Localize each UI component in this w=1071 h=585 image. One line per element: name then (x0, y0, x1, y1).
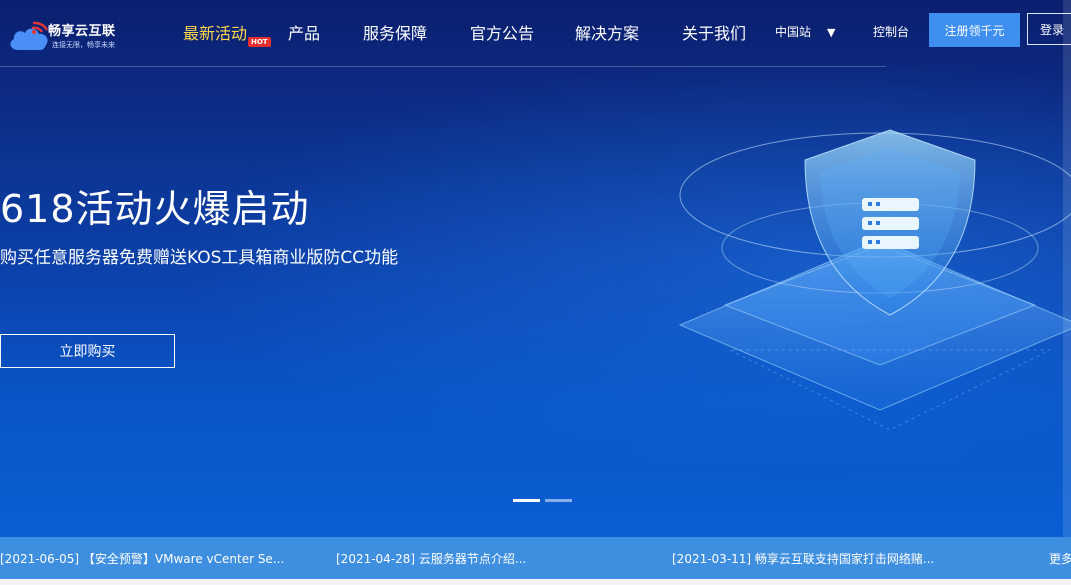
hero-subtitle: 购买任意服务器免费赠送KOS工具箱商业版防CC功能 (0, 248, 399, 268)
caret-down-icon: ▼ (827, 26, 836, 39)
hot-badge: HOT (248, 37, 271, 47)
brand-logo[interactable]: 畅享云互联 连接无限，畅享未来 (8, 10, 128, 52)
news-item[interactable]: [2021-06-05] 【安全预警】VMware vCenter Se... (0, 550, 284, 567)
carousel-dot-1[interactable] (513, 499, 540, 502)
nav-item-latest-activity[interactable]: 最新活动 (183, 20, 247, 44)
brand-name: 畅享云互联 (48, 24, 116, 39)
brand-slogan: 连接无限，畅享未来 (52, 41, 115, 49)
header-divider (0, 66, 886, 67)
news-item[interactable]: [2021-03-11] 畅享云互联支持国家打击网络赌... (672, 550, 934, 567)
news-bar: [2021-06-05] 【安全预警】VMware vCenter Se... … (0, 537, 1071, 579)
nav-item-solutions[interactable]: 解决方案 (575, 20, 639, 44)
cloud-wifi-icon (10, 21, 49, 50)
region-selector[interactable]: 中国站 ▼ (775, 23, 835, 40)
news-more-link[interactable]: 更多 (1049, 550, 1071, 567)
carousel-dot-2[interactable] (545, 499, 572, 502)
nav-item-about[interactable]: 关于我们 (682, 20, 746, 44)
shield-server-icon (678, 129, 1071, 431)
nav-item-service[interactable]: 服务保障 (363, 20, 427, 44)
top-header: 畅享云互联 连接无限，畅享未来 最新活动 HOT 产品 服务保障 官方公告 解决… (0, 0, 1071, 67)
nav-item-announcements[interactable]: 官方公告 (470, 20, 534, 44)
hero-title: 618活动火爆启动 (0, 187, 310, 231)
scrollbar[interactable] (1063, 0, 1071, 537)
nav-item-products[interactable]: 产品 (288, 20, 320, 44)
page-bottom-strip (0, 579, 1071, 585)
buy-now-button[interactable]: 立即购买 (0, 334, 175, 368)
register-button[interactable]: 注册领千元 (929, 13, 1020, 47)
console-link[interactable]: 控制台 (873, 23, 909, 40)
hero-banner: 畅享云互联 连接无限，畅享未来 最新活动 HOT 产品 服务保障 官方公告 解决… (0, 0, 1071, 537)
region-label: 中国站 (775, 25, 812, 39)
news-item[interactable]: [2021-04-28] 云服务器节点介绍... (336, 550, 526, 567)
